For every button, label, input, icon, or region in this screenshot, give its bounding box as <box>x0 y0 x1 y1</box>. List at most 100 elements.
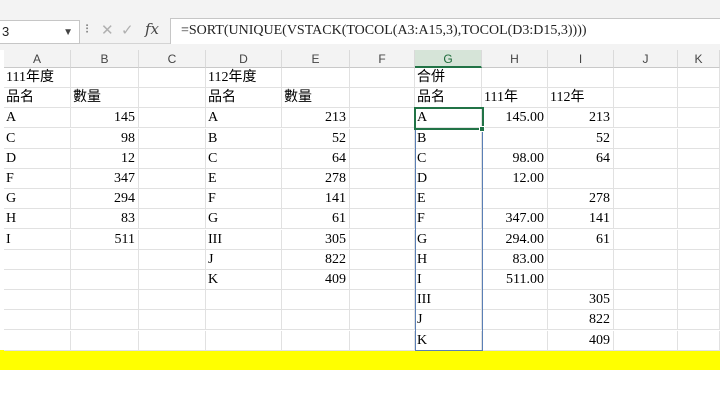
table-112-qty[interactable]: 141 <box>282 189 350 210</box>
merged-item[interactable]: D <box>415 169 482 189</box>
column-header-k[interactable]: K <box>678 50 720 68</box>
merged-qty-112[interactable]: 409 <box>548 330 614 351</box>
column-header-f[interactable]: F <box>350 50 415 68</box>
grid-cell[interactable] <box>350 128 415 149</box>
column-header-b[interactable]: B <box>71 50 139 68</box>
merged-qty-112[interactable]: 64 <box>548 148 614 169</box>
grid-cell[interactable] <box>482 68 548 88</box>
column-header-i[interactable]: I <box>548 50 614 68</box>
grid-cell[interactable] <box>614 88 678 109</box>
table-111-qty[interactable]: 98 <box>71 128 139 149</box>
grid-cell[interactable] <box>678 209 720 230</box>
table-112-item[interactable]: F <box>206 189 282 210</box>
table-112-qty[interactable]: 409 <box>282 270 350 290</box>
grid-cell[interactable] <box>139 68 206 88</box>
table-111-qty[interactable]: 12 <box>71 148 139 169</box>
table-112-item[interactable]: C <box>206 148 282 169</box>
merged-qty-112[interactable] <box>548 169 614 189</box>
grid-cell[interactable] <box>678 290 720 311</box>
table-112-item[interactable]: III <box>206 229 282 250</box>
grid-cell[interactable] <box>614 330 678 351</box>
grid-cell[interactable] <box>206 290 282 311</box>
grid-cell[interactable] <box>139 88 206 109</box>
merged-item[interactable]: B <box>415 128 482 149</box>
grid-cell[interactable] <box>4 290 71 311</box>
grid-cell[interactable] <box>282 68 350 88</box>
merged-qty-111[interactable] <box>482 189 548 210</box>
grid-cell[interactable] <box>614 209 678 230</box>
grid-cell[interactable] <box>678 229 720 250</box>
merged-qty-112[interactable]: 822 <box>548 310 614 331</box>
table-111-title[interactable]: 111年度 <box>4 68 71 88</box>
table-112-qty[interactable]: 52 <box>282 128 350 149</box>
grid-cell[interactable] <box>4 310 71 331</box>
grid-cell[interactable] <box>614 128 678 149</box>
merged-item[interactable]: E <box>415 189 482 210</box>
grid-cell[interactable] <box>71 249 139 270</box>
table-111-header-qty[interactable]: 數量 <box>71 88 139 109</box>
grid-cell[interactable] <box>614 270 678 290</box>
grid-cell[interactable] <box>678 169 720 189</box>
highlighted-row[interactable] <box>0 350 720 370</box>
merged-qty-111[interactable] <box>482 330 548 351</box>
grid-cell[interactable] <box>350 148 415 169</box>
merged-title[interactable]: 合併 <box>415 68 482 88</box>
grid-cell[interactable] <box>614 249 678 270</box>
grid-cell[interactable] <box>350 88 415 109</box>
column-header-e[interactable]: E <box>282 50 350 68</box>
grid-cell[interactable] <box>139 270 206 290</box>
grid-cell[interactable] <box>206 330 282 351</box>
grid-cell[interactable] <box>139 169 206 189</box>
grid-cell[interactable] <box>614 169 678 189</box>
column-header-g[interactable]: G <box>415 50 482 68</box>
insert-function-icon[interactable]: fx <box>145 20 159 38</box>
grid-cell[interactable] <box>350 209 415 230</box>
grid-cell[interactable] <box>71 68 139 88</box>
grid-cell[interactable] <box>614 68 678 88</box>
merged-header-112[interactable]: 112年 <box>548 88 614 109</box>
merged-item[interactable]: J <box>415 310 482 331</box>
grid-cell[interactable] <box>350 249 415 270</box>
grid-cell[interactable] <box>139 290 206 311</box>
grid-cell[interactable] <box>350 68 415 88</box>
merged-qty-111[interactable] <box>482 128 548 149</box>
grid-cell[interactable] <box>71 290 139 311</box>
merged-qty-112[interactable]: 305 <box>548 290 614 311</box>
merged-item[interactable]: A <box>415 108 482 129</box>
table-112-item[interactable]: G <box>206 209 282 230</box>
table-112-qty[interactable]: 305 <box>282 229 350 250</box>
grid-cell[interactable] <box>614 229 678 250</box>
table-111-qty[interactable]: 83 <box>71 209 139 230</box>
merged-qty-111[interactable]: 145.00 <box>482 108 548 129</box>
table-112-item[interactable]: K <box>206 270 282 290</box>
grid-cell[interactable] <box>614 108 678 129</box>
grid-cell[interactable] <box>678 108 720 129</box>
grid-cell[interactable] <box>139 108 206 129</box>
merged-qty-111[interactable]: 347.00 <box>482 209 548 230</box>
grid-cell[interactable] <box>678 189 720 210</box>
merged-header-item[interactable]: 品名 <box>415 88 482 109</box>
grid-cell[interactable] <box>71 310 139 331</box>
grid-cell[interactable] <box>139 189 206 210</box>
grid-cell[interactable] <box>139 249 206 270</box>
grid-cell[interactable] <box>4 249 71 270</box>
merged-qty-111[interactable] <box>482 310 548 331</box>
grid-cell[interactable] <box>282 310 350 331</box>
cancel-icon[interactable]: ✕ <box>101 21 114 39</box>
table-111-item[interactable]: D <box>4 148 71 169</box>
grid-cell[interactable] <box>350 270 415 290</box>
merged-item[interactable]: C <box>415 148 482 169</box>
column-header-j[interactable]: J <box>614 50 678 68</box>
merged-item[interactable]: G <box>415 229 482 250</box>
table-112-item[interactable]: A <box>206 108 282 129</box>
grid-cell[interactable] <box>350 169 415 189</box>
table-112-header-item[interactable]: 品名 <box>206 88 282 109</box>
grid-cell[interactable] <box>614 148 678 169</box>
table-112-qty[interactable]: 213 <box>282 108 350 129</box>
merged-qty-111[interactable]: 98.00 <box>482 148 548 169</box>
table-112-item[interactable]: B <box>206 128 282 149</box>
column-header-d[interactable]: D <box>206 50 282 68</box>
grid-cell[interactable] <box>678 68 720 88</box>
grid-cell[interactable] <box>139 330 206 351</box>
more-options-icon[interactable]: ⁝ <box>85 22 89 37</box>
